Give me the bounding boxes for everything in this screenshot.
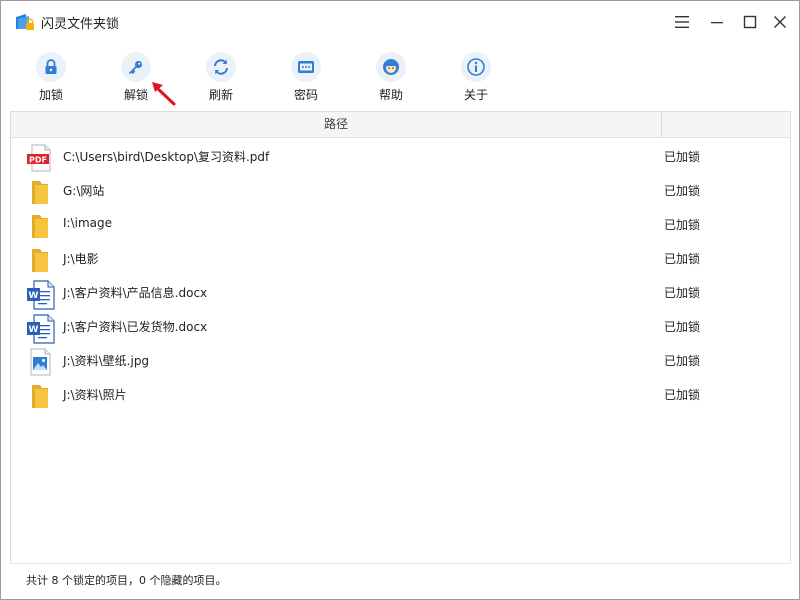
- lock-icon: [45, 59, 57, 74]
- info-icon: [467, 58, 485, 76]
- folder-icon: [26, 212, 54, 238]
- image-file-icon: [26, 348, 54, 376]
- close-button[interactable]: [767, 9, 793, 35]
- file-path: J:\客户资料\已发货物.docx: [63, 320, 208, 334]
- password-button-label: 密码: [293, 88, 318, 102]
- lock-status: 已加锁: [664, 320, 701, 334]
- list-item[interactable]: W J:\客户资料\产品信息.docx 已加锁: [11, 275, 790, 310]
- refresh-button-label: 刷新: [208, 88, 233, 102]
- file-path: J:\资料\壁纸.jpg: [63, 354, 150, 368]
- lock-status: 已加锁: [664, 150, 701, 164]
- lock-status: 已加锁: [664, 184, 701, 198]
- list-item[interactable]: G:\网站 已加锁: [11, 173, 790, 207]
- minimize-icon: [711, 22, 723, 24]
- password-icon: [298, 61, 314, 73]
- app-logo-icon: [15, 12, 35, 32]
- minimize-button[interactable]: [704, 9, 730, 35]
- window-title: 闪灵文件夹锁: [41, 17, 120, 32]
- word-file-icon: W: [26, 314, 55, 344]
- maximize-button[interactable]: [737, 9, 763, 35]
- refresh-button[interactable]: 刷新: [191, 49, 251, 105]
- list-item[interactable]: I:\image 已加锁: [11, 207, 790, 241]
- file-path: J:\电影: [63, 252, 99, 266]
- svg-text:PDF: PDF: [29, 155, 47, 164]
- list-header: 路径: [11, 112, 790, 138]
- app-window: 闪灵文件夹锁 加锁 解锁 刷新 密码 帮助 关于 路径 PDF C:\Users…: [0, 0, 800, 600]
- key-icon: [129, 60, 143, 74]
- status-summary: 共计 8 个锁定的项目，0 个隐藏的项目。: [26, 574, 227, 587]
- lock-button-label: 加锁: [38, 88, 63, 102]
- list-item[interactable]: PDF C:\Users\bird\Desktop\复习资料.pdf 已加锁: [11, 139, 790, 173]
- folder-icon: [26, 178, 54, 204]
- toolbar: 加锁 解锁 刷新 密码 帮助 关于: [1, 49, 799, 109]
- red-arrow-annotation: [152, 82, 176, 106]
- folder-icon: [26, 246, 54, 272]
- file-path: C:\Users\bird\Desktop\复习资料.pdf: [63, 150, 270, 164]
- list-item[interactable]: J:\资料\照片 已加锁: [11, 377, 790, 411]
- about-button-label: 关于: [463, 88, 488, 102]
- close-icon: [774, 16, 786, 28]
- svg-text:W: W: [29, 325, 39, 335]
- locked-items-list: 路径 PDF C:\Users\bird\Desktop\复习资料.pdf 已加…: [10, 111, 791, 564]
- help-icon: [383, 59, 399, 75]
- lock-status: 已加锁: [664, 354, 701, 368]
- list-item[interactable]: J:\资料\壁纸.jpg 已加锁: [11, 343, 790, 377]
- word-file-icon: W: [26, 280, 55, 310]
- list-item[interactable]: J:\电影 已加锁: [11, 241, 790, 275]
- file-path: J:\客户资料\产品信息.docx: [63, 286, 208, 300]
- maximize-icon: [743, 15, 757, 29]
- about-button[interactable]: 关于: [446, 49, 506, 105]
- menu-button[interactable]: [669, 9, 695, 35]
- file-path: I:\image: [63, 216, 113, 230]
- hamburger-menu-icon: [675, 16, 689, 28]
- pdf-file-icon: PDF: [26, 144, 54, 172]
- status-bar: 共计 8 个锁定的项目，0 个隐藏的项目。: [10, 563, 789, 594]
- lock-status: 已加锁: [664, 286, 701, 300]
- lock-status: 已加锁: [664, 218, 701, 232]
- lock-button[interactable]: 加锁: [21, 49, 81, 105]
- password-button[interactable]: 密码: [276, 49, 336, 105]
- svg-text:W: W: [29, 291, 39, 301]
- lock-status: 已加锁: [664, 252, 701, 266]
- lock-status: 已加锁: [664, 388, 701, 402]
- file-path: G:\网站: [63, 184, 105, 198]
- help-button[interactable]: 帮助: [361, 49, 421, 105]
- help-button-label: 帮助: [378, 88, 403, 102]
- title-bar: 闪灵文件夹锁: [1, 1, 799, 41]
- refresh-icon: [214, 59, 228, 75]
- folder-icon: [26, 382, 54, 408]
- list-item[interactable]: W J:\客户资料\已发货物.docx 已加锁: [11, 309, 790, 344]
- file-path: J:\资料\照片: [63, 388, 127, 402]
- path-column-header[interactable]: 路径: [11, 112, 662, 137]
